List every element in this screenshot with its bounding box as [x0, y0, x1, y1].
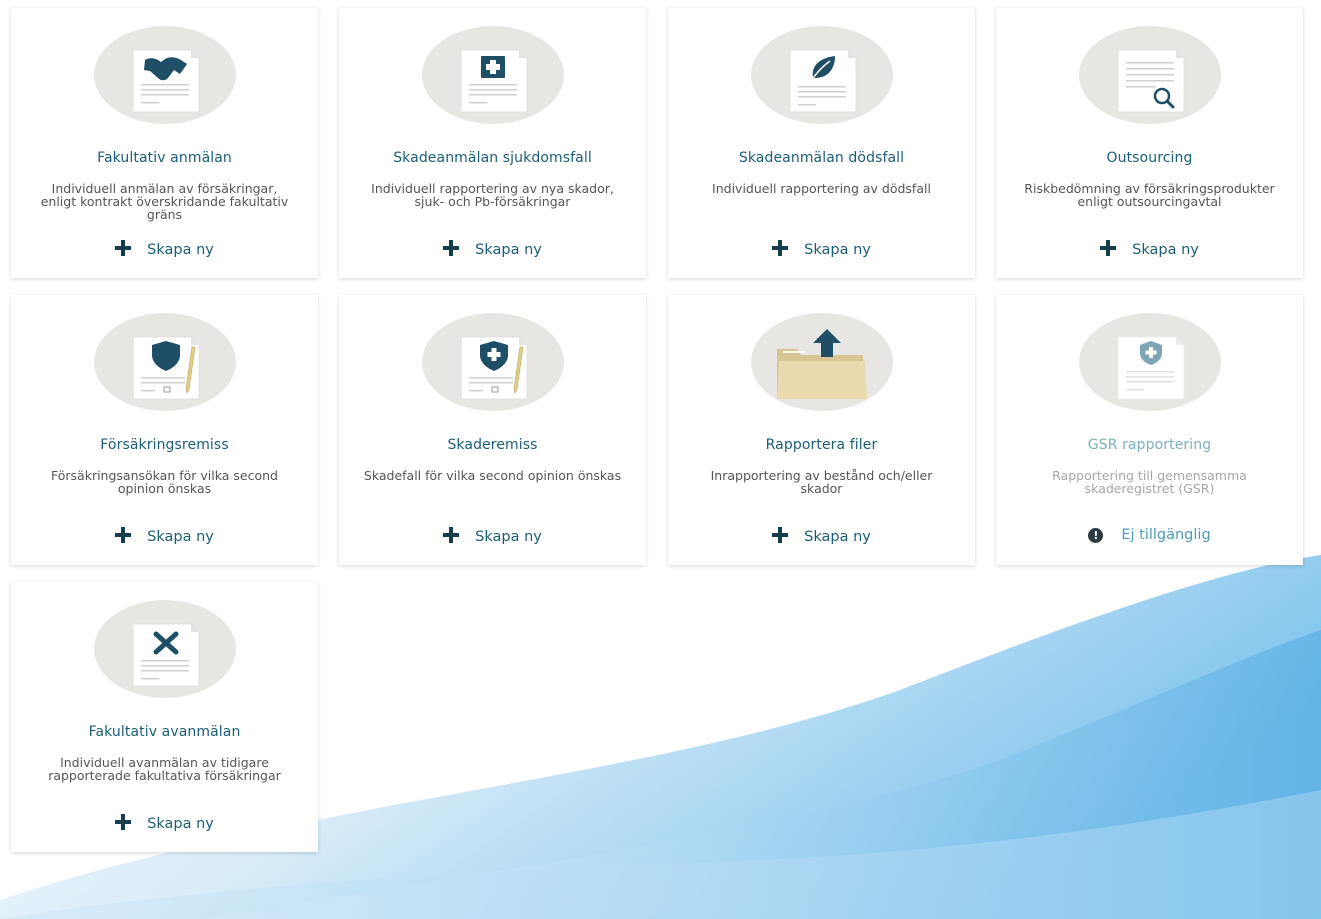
form-card-grid: Fakultativ anmälan Individuell anmälan a…: [0, 0, 1321, 919]
plus-icon: [443, 527, 460, 543]
shield-pencil-document-icon: [132, 336, 200, 400]
card-rapportera-filer[interactable]: Rapportera filer Inrapportering av bestå…: [668, 295, 975, 565]
card-skadeanmalan-sjukdomsfall[interactable]: Skadeanmälan sjukdomsfall Individuell ra…: [339, 8, 646, 278]
folder-upload-icon: [777, 329, 867, 399]
card-icon-circle: [751, 26, 893, 124]
create-new-label: Skapa ny: [475, 529, 542, 545]
card-title: Fakultativ avanmälan: [88, 724, 241, 740]
create-new-button[interactable]: Skapa ny: [668, 240, 975, 258]
create-new-button[interactable]: Skapa ny: [339, 527, 646, 545]
card-icon-circle: [94, 313, 236, 411]
card-description: Individuell anmälan av försäkringar, enl…: [40, 181, 289, 222]
plus-icon: [772, 527, 789, 543]
create-new-button[interactable]: Skapa ny: [339, 240, 646, 258]
card-description: Rapportering till gemensamma skaderegist…: [1052, 468, 1247, 496]
plus-icon: [1100, 240, 1117, 256]
card-icon-circle: [422, 26, 564, 124]
unavailable-status: ! Ej tillgänglig: [996, 527, 1303, 543]
card-skaderemiss[interactable]: Skaderemiss Skadefall för vilka second o…: [339, 295, 646, 565]
card-icon-circle: [751, 313, 893, 411]
create-new-label: Skapa ny: [147, 529, 214, 545]
plus-icon: [115, 527, 132, 543]
card-title: Skaderemiss: [447, 437, 538, 453]
card-forsakringsremiss[interactable]: Försäkringsremiss Försäkringsansökan för…: [11, 295, 318, 565]
plus-icon: [443, 240, 460, 256]
create-new-button[interactable]: Skapa ny: [11, 240, 318, 258]
shield-cross-document-icon: [1117, 336, 1185, 400]
card-icon-circle: [94, 26, 236, 124]
plus-icon: [115, 240, 132, 256]
card-description: Skadefall för vilka second opinion önska…: [363, 468, 622, 483]
card-title: Försäkringsremiss: [100, 437, 229, 453]
card-title: Rapportera filer: [765, 437, 878, 453]
create-new-button[interactable]: Skapa ny: [11, 814, 318, 832]
create-new-button[interactable]: Skapa ny: [11, 527, 318, 545]
card-icon-circle: [94, 600, 236, 698]
create-new-label: Skapa ny: [804, 242, 871, 258]
create-new-label: Skapa ny: [475, 242, 542, 258]
plus-icon: [115, 814, 132, 830]
card-description: Riskbedömning av försäkringsprodukter en…: [1024, 181, 1275, 209]
card-title: Skadeanmälan dödsfall: [738, 150, 905, 166]
create-new-button[interactable]: Skapa ny: [996, 240, 1303, 258]
create-new-label: Skapa ny: [804, 529, 871, 545]
handshake-document-icon: [132, 49, 200, 113]
card-title: Outsourcing: [1106, 150, 1193, 166]
card-description: Individuell rapportering av nya skador, …: [371, 181, 614, 209]
create-new-label: Skapa ny: [147, 242, 214, 258]
medical-cross-document-icon: [460, 49, 528, 113]
card-title: Fakultativ anmälan: [97, 150, 232, 166]
unavailable-label: Ej tillgänglig: [1121, 527, 1211, 543]
card-gsr-rapportering: GSR rapportering Rapportering till gemen…: [996, 295, 1303, 565]
plus-icon: [772, 240, 789, 256]
create-new-label: Skapa ny: [1132, 242, 1199, 258]
card-title: Skadeanmälan sjukdomsfall: [393, 150, 592, 166]
create-new-label: Skapa ny: [147, 816, 214, 832]
card-description: Inrapportering av bestånd och/eller skad…: [710, 468, 933, 496]
leaf-document-icon: [789, 49, 857, 113]
create-new-button[interactable]: Skapa ny: [668, 527, 975, 545]
card-icon-circle: [1079, 26, 1221, 124]
card-fakultativ-avanmalan[interactable]: Fakultativ avanmälan Individuell avanmäl…: [11, 582, 318, 852]
x-document-icon: [132, 623, 200, 687]
card-skadeanmalan-dodsfall[interactable]: Skadeanmälan dödsfall Individuell rappor…: [668, 8, 975, 278]
card-description: Försäkringsansökan för vilka second opin…: [51, 468, 278, 496]
card-icon-circle: [422, 313, 564, 411]
card-description: Individuell avanmälan av tidigare rappor…: [48, 755, 281, 783]
info-icon: !: [1088, 528, 1104, 543]
card-icon-circle: [1079, 313, 1221, 411]
shield-cross-pencil-document-icon: [460, 336, 528, 400]
card-outsourcing[interactable]: Outsourcing Riskbedömning av försäkrings…: [996, 8, 1303, 278]
card-fakultativ-anmalan[interactable]: Fakultativ anmälan Individuell anmälan a…: [11, 8, 318, 278]
card-description: Individuell rapportering av dödsfall: [712, 181, 931, 196]
magnifier-document-icon: [1117, 49, 1185, 113]
card-title: GSR rapportering: [1087, 437, 1212, 453]
